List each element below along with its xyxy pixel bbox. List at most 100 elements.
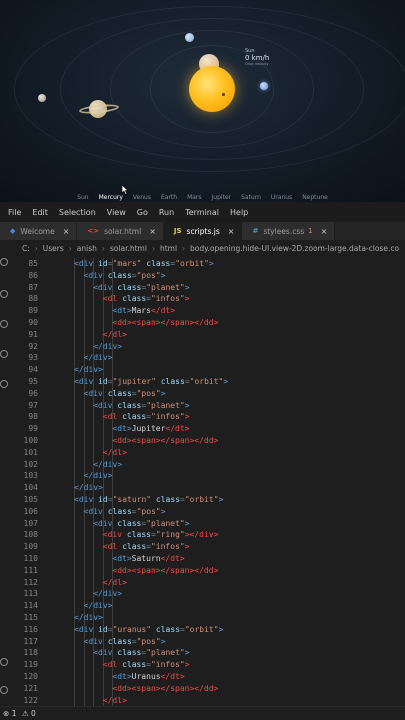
code-line[interactable]: 93 </div> <box>10 352 405 364</box>
code-line[interactable]: 110 <dt>Saturn</dt> <box>10 553 405 565</box>
planet-nav-venus[interactable]: Venus <box>133 194 151 201</box>
code-line[interactable]: 117 <div class="pos"> <box>10 636 405 648</box>
line-number: 121 <box>23 683 38 693</box>
account-icon[interactable] <box>0 658 8 666</box>
tab-label: scripts.js <box>186 226 220 236</box>
menu-view[interactable]: View <box>107 208 126 217</box>
line-number: 106 <box>23 506 38 516</box>
tab-scripts-js[interactable]: JS scripts.js × <box>163 222 243 240</box>
code-line[interactable]: 122 </dl> <box>10 695 405 706</box>
breadcrumb-item[interactable]: C: <box>22 244 30 253</box>
close-icon[interactable]: × <box>321 227 328 236</box>
code-line[interactable]: 97 <div class="planet"> <box>10 400 405 412</box>
planet-info: Sun 0 km/h Orbit Velocity <box>245 48 269 66</box>
menu-run[interactable]: Run <box>159 208 174 217</box>
planet-uranus[interactable] <box>38 94 46 102</box>
line-content: </div> <box>74 613 103 622</box>
planet-nav-mercury[interactable]: Mercury <box>99 194 123 201</box>
line-number: 113 <box>23 589 38 599</box>
sun[interactable] <box>189 66 235 112</box>
breadcrumb-item[interactable]: body.opening.hide-UI.view-2D.zoom-large.… <box>190 244 399 253</box>
menu-file[interactable]: File <box>8 208 21 217</box>
code-line[interactable]: 104 </div> <box>10 482 405 494</box>
menu-edit[interactable]: Edit <box>32 208 48 217</box>
code-line[interactable]: 120 <dt>Uranus</dt> <box>10 671 405 683</box>
search-icon[interactable] <box>0 290 8 298</box>
tab-solar-html[interactable]: <> solar.html × <box>77 222 164 240</box>
code-line[interactable]: 85 <div id="mars" class="orbit"> <box>10 258 405 270</box>
close-icon[interactable]: × <box>228 227 235 236</box>
code-line[interactable]: 121 <dd><span></span></dd> <box>10 683 405 695</box>
code-line[interactable]: 98 <dl class="infos"> <box>10 411 405 423</box>
code-line[interactable]: 119 <dl class="infos"> <box>10 659 405 671</box>
code-line[interactable]: 96 <div class="pos"> <box>10 388 405 400</box>
code-line[interactable]: 89 <dt>Mars</dt> <box>10 305 405 317</box>
close-icon[interactable]: × <box>149 227 156 236</box>
tab-welcome[interactable]: ◆ Welcome × <box>0 222 78 240</box>
line-number: 96 <box>28 388 38 398</box>
breadcrumb-item[interactable]: Users <box>43 244 64 253</box>
line-content: </div> <box>83 353 113 363</box>
code-line[interactable]: 100 <dd><span></span></dd> <box>10 435 405 447</box>
code-line[interactable]: 94 </div> <box>10 364 405 376</box>
planet-nav-jupiter[interactable]: Jupiter <box>212 194 232 201</box>
breadcrumb-item[interactable]: html <box>160 244 177 253</box>
planet-neptune[interactable] <box>185 33 194 42</box>
code-line[interactable]: 99 <dt>Jupiter</dt> <box>10 423 405 435</box>
settings-gear-icon[interactable] <box>0 686 8 694</box>
planet-earth[interactable] <box>260 82 268 90</box>
menu-go[interactable]: Go <box>137 208 148 217</box>
code-line[interactable]: 118 <div class="planet"> <box>10 647 405 659</box>
line-content: <dt>Mars</dt> <box>112 306 176 316</box>
mercury-dot[interactable] <box>222 93 225 96</box>
tab-label: stylees.css <box>263 226 305 236</box>
line-content: <dt>Jupiter</dt> <box>112 424 190 434</box>
planet-nav-mars[interactable]: Mars <box>187 194 201 201</box>
tab-stylees-css[interactable]: # stylees.css 1 × <box>242 222 336 240</box>
close-icon[interactable]: × <box>63 227 70 236</box>
code-line[interactable]: 102 </div> <box>10 459 405 471</box>
code-line[interactable]: 90 <dd><span></span></dd> <box>10 317 405 329</box>
code-line[interactable]: 103 </div> <box>10 470 405 482</box>
code-line[interactable]: 92 </div> <box>10 341 405 353</box>
code-line[interactable]: 114 </div> <box>10 600 405 612</box>
code-line[interactable]: 101 </dl> <box>10 447 405 459</box>
planet-nav-neptune[interactable]: Neptune <box>302 194 328 201</box>
code-line[interactable]: 91 </dl> <box>10 329 405 341</box>
extensions-icon[interactable] <box>0 380 8 388</box>
breadcrumb-item[interactable]: solar.html <box>110 244 147 253</box>
breadcrumb-item[interactable]: anish <box>77 244 97 253</box>
code-line[interactable]: 105 <div id="saturn" class="orbit"> <box>10 494 405 506</box>
code-line[interactable]: 88 <dl class="infos"> <box>10 293 405 305</box>
code-line[interactable]: 115 </div> <box>10 612 405 624</box>
planet-nav-uranus[interactable]: Uranus <box>271 194 292 201</box>
code-line[interactable]: 116 <div id="uranus" class="orbit"> <box>10 624 405 636</box>
line-content: <dl class="infos"> <box>102 660 190 670</box>
code-line[interactable]: 86 <div class="pos"> <box>10 270 405 282</box>
code-editor[interactable]: 85 <div id="mars" class="orbit"> 86 <div cl… <box>10 258 405 706</box>
code-line[interactable]: 111 <dd><span></span></dd> <box>10 565 405 577</box>
code-line[interactable]: 106 <div class="pos"> <box>10 506 405 518</box>
chevron-right-icon: › <box>151 243 155 253</box>
code-line[interactable]: 109 <dl class="infos"> <box>10 541 405 553</box>
explorer-icon[interactable] <box>0 258 8 266</box>
line-number: 110 <box>23 554 38 563</box>
status-bar[interactable]: ⊗ 1 ⚠ 0 <box>0 706 405 720</box>
run-debug-icon[interactable] <box>0 350 8 358</box>
code-line[interactable]: 87 <div class="planet"> <box>10 282 405 294</box>
line-content: <dd><span></span></dd> <box>112 565 219 575</box>
code-line[interactable]: 95 <div id="jupiter" class="orbit"> <box>10 376 405 388</box>
menu-selection[interactable]: Selection <box>59 208 96 217</box>
code-line[interactable]: 108 <div class="ring"></div> <box>10 529 405 541</box>
source-control-icon[interactable] <box>0 320 8 328</box>
menu-help[interactable]: Help <box>230 208 248 217</box>
code-line[interactable]: 112 </dl> <box>10 577 405 589</box>
menu-terminal[interactable]: Terminal <box>185 208 219 217</box>
code-line[interactable]: 107 <div class="planet"> <box>10 518 405 530</box>
line-number: 89 <box>28 306 38 316</box>
planet-nav-earth[interactable]: Earth <box>161 194 177 201</box>
planet-nav-saturn[interactable]: Saturn <box>241 194 261 201</box>
planet-nav-sun[interactable]: Sun <box>77 194 88 201</box>
code-line[interactable]: 113 </div> <box>10 588 405 600</box>
line-number: 93 <box>28 353 38 363</box>
